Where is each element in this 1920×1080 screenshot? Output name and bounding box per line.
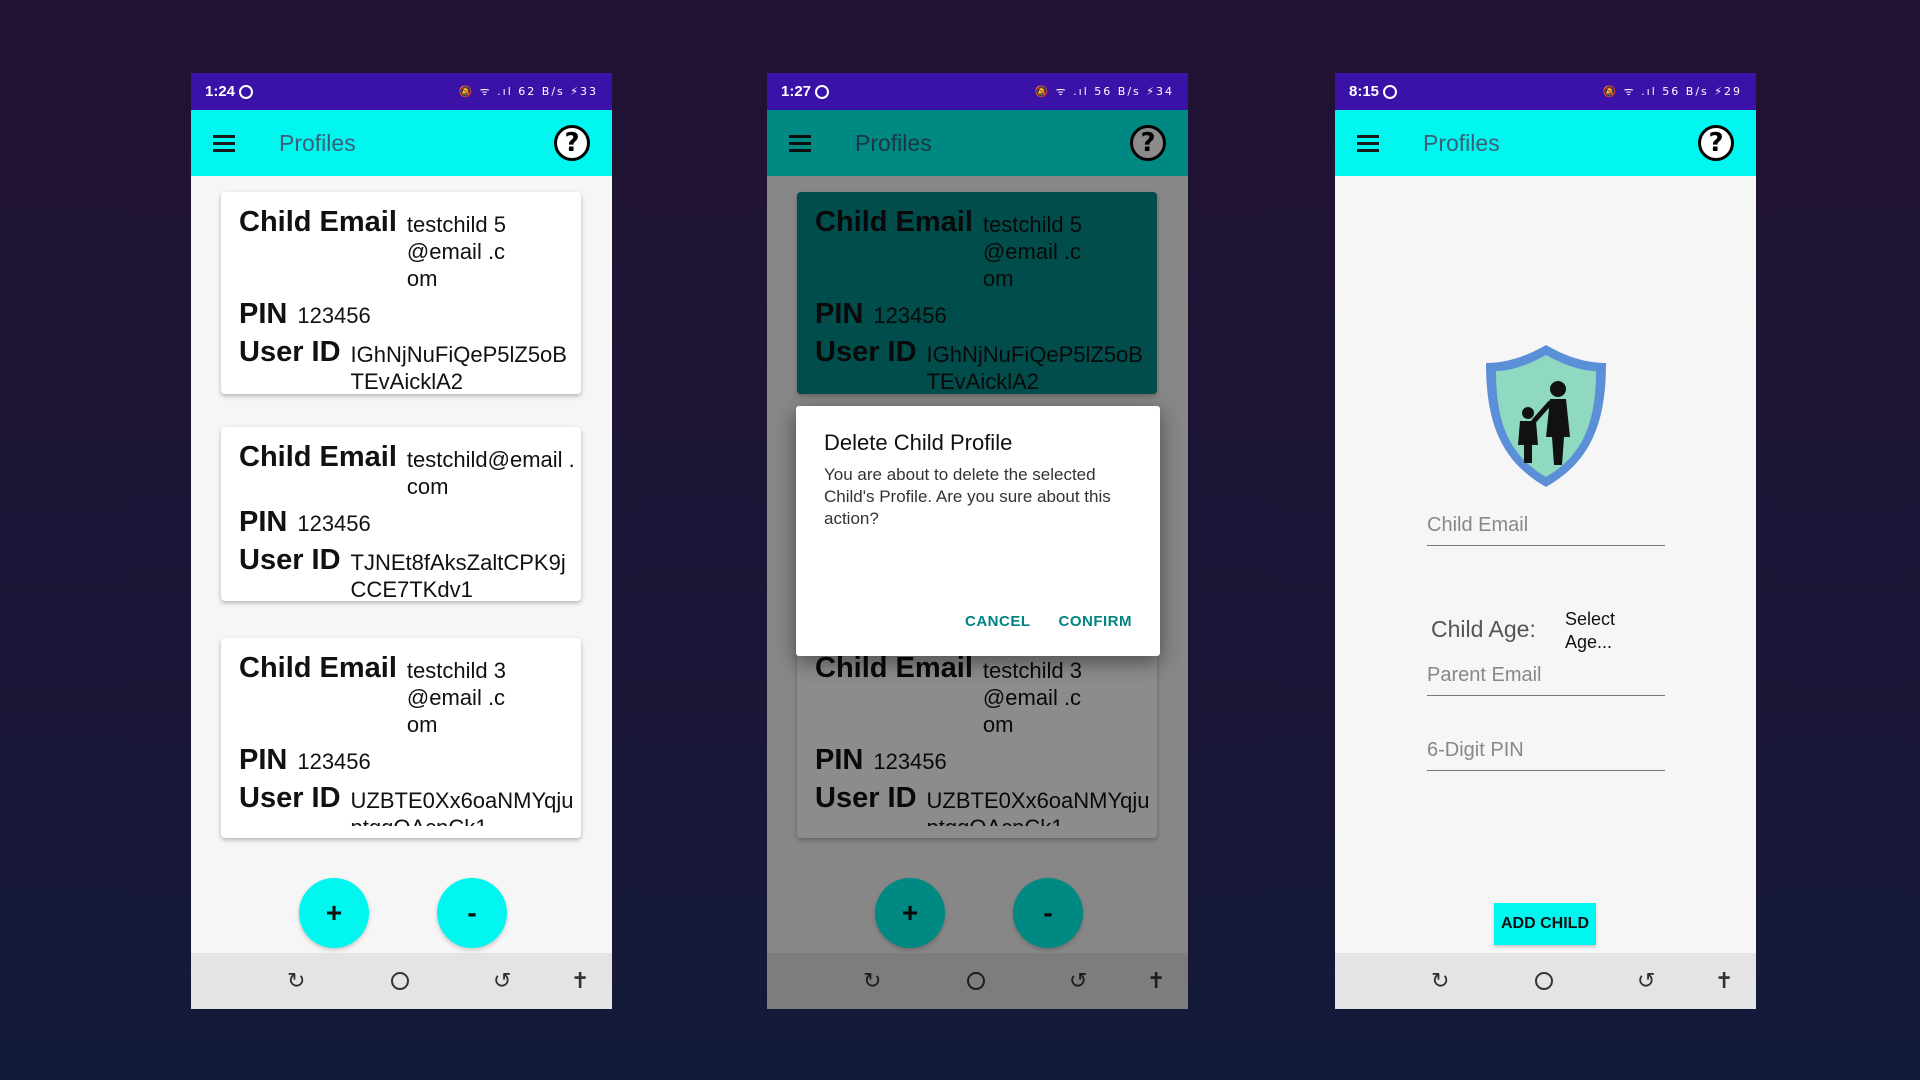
status-bar: 1:24 🔕 ᯤ .ıl 62 B/s ⚡33: [191, 73, 612, 110]
user-id-label: User ID: [239, 782, 341, 814]
child-age-select[interactable]: Select Age...: [1565, 608, 1635, 654]
cancel-button[interactable]: CANCEL: [965, 613, 1031, 630]
home-icon[interactable]: [391, 972, 409, 990]
child-email-value: testchild 5@email .com: [406, 212, 506, 291]
pin-field[interactable]: 6-Digit PIN: [1427, 731, 1665, 771]
system-nav-bar: ↻ ↺ ✝: [1335, 953, 1756, 1009]
phone-screen-profiles: 1:24 🔕 ᯤ .ıl 62 B/s ⚡33 Profiles ? Child…: [191, 73, 612, 1009]
accessibility-icon[interactable]: ✝: [1715, 969, 1733, 994]
parental-shield-icon: [1486, 345, 1606, 487]
home-icon[interactable]: [1535, 972, 1553, 990]
add-child-button[interactable]: ADD CHILD: [1494, 903, 1596, 945]
pin-value: 123456: [297, 749, 371, 774]
status-time: 1:24: [205, 83, 236, 100]
child-age-label: Child Age:: [1431, 616, 1536, 642]
status-indicator-icon: [815, 84, 830, 99]
menu-icon[interactable]: [1357, 131, 1379, 156]
child-email-value: testchild 3@email .com: [406, 658, 506, 737]
profile-list: Child Email testchild 5@email .com PIN 1…: [191, 176, 612, 953]
user-id-label: User ID: [239, 336, 341, 368]
app-bar: Profiles ?: [1335, 110, 1756, 176]
menu-icon[interactable]: [213, 131, 235, 156]
dialog-title: Delete Child Profile: [824, 430, 1013, 455]
user-id-label: User ID: [239, 544, 341, 576]
parent-email-field[interactable]: Parent Email: [1427, 656, 1665, 696]
back-icon[interactable]: ↺: [1637, 969, 1655, 994]
user-id-value: TJNEt8fAksZaltCPK9j CCE7TKdv1: [350, 550, 566, 598]
user-id-value: IGhNjNuFiQeP5lZ5oB TEvAicklA2: [350, 342, 567, 390]
recents-icon[interactable]: ↻: [287, 969, 305, 994]
status-time: 1:27: [781, 83, 812, 100]
confirm-button[interactable]: CONFIRM: [1059, 613, 1133, 630]
help-icon[interactable]: ?: [554, 125, 590, 161]
pin-value: 123456: [297, 511, 371, 536]
phone-screen-delete-dialog: 1:27 🔕 ᯤ .ıl 56 B/s ⚡34 Profiles ? Child…: [767, 73, 1188, 1009]
page-title: Profiles: [1423, 129, 1500, 156]
profile-card[interactable]: Child Email testchild@email .com PIN 123…: [221, 427, 581, 601]
child-email-label: Child Email: [239, 652, 397, 684]
child-email-field[interactable]: Child Email: [1427, 506, 1665, 546]
delete-confirm-dialog: Delete Child Profile You are about to de…: [796, 406, 1160, 656]
status-indicator-icon: [239, 84, 254, 99]
status-bar: 8:15 🔕 ᯤ .ıl 56 B/s ⚡29: [1335, 73, 1756, 110]
status-icons: 🔕 ᯤ .ıl 56 B/s ⚡34: [1034, 85, 1174, 98]
pin-label: PIN: [239, 298, 288, 330]
phone-screen-add-child: 8:15 🔕 ᯤ .ıl 56 B/s ⚡29 Profiles ? Child…: [1335, 73, 1756, 1009]
child-email-label: Child Email: [239, 206, 397, 238]
child-email-value: testchild@email .com: [406, 447, 575, 499]
accessibility-icon[interactable]: ✝: [571, 969, 589, 994]
back-icon[interactable]: ↺: [493, 969, 511, 994]
user-id-value: UZBTE0Xx6oaNMYqju ptggOAcpCk1: [350, 788, 574, 826]
app-bar: Profiles ?: [191, 110, 612, 176]
pin-label: PIN: [239, 744, 288, 776]
status-indicator-icon: [1383, 84, 1398, 99]
pin-label: PIN: [239, 506, 288, 538]
page-title: Profiles: [279, 129, 356, 156]
help-icon[interactable]: ?: [1698, 125, 1734, 161]
add-child-form: Child Email Child Age: Select Age... Par…: [1335, 176, 1756, 953]
pin-value: 123456: [297, 303, 371, 328]
add-profile-button[interactable]: +: [299, 878, 369, 948]
status-icons: 🔕 ᯤ .ıl 56 B/s ⚡29: [1602, 85, 1742, 98]
profile-card[interactable]: Child Email testchild 5@email .com PIN 1…: [221, 192, 581, 394]
status-time: 8:15: [1349, 83, 1380, 100]
status-bar: 1:27 🔕 ᯤ .ıl 56 B/s ⚡34: [767, 73, 1188, 110]
remove-profile-button[interactable]: -: [437, 878, 507, 948]
status-icons: 🔕 ᯤ .ıl 62 B/s ⚡33: [458, 85, 598, 98]
dialog-message: You are about to delete the selected Chi…: [824, 465, 1111, 528]
system-nav-bar: ↻ ↺ ✝: [191, 953, 612, 1009]
profile-card[interactable]: Child Email testchild 3@email .com PIN 1…: [221, 638, 581, 838]
child-email-label: Child Email: [239, 441, 397, 473]
recents-icon[interactable]: ↻: [1431, 969, 1449, 994]
